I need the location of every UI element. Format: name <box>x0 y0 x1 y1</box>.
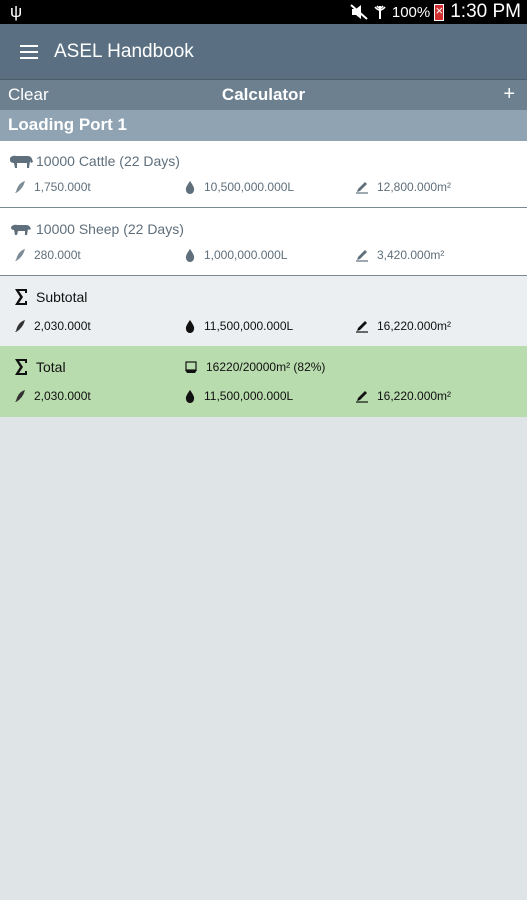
app-title: ASEL Handbook <box>54 40 194 62</box>
item-water: 10,500,000.000L <box>204 180 295 194</box>
battery-icon <box>434 3 445 21</box>
list-item[interactable]: 10000 Cattle (22 Days) 1,750.000t 10,500… <box>0 141 527 208</box>
feather-icon <box>14 248 26 262</box>
sigma-icon <box>14 288 28 306</box>
total-row: Total 16220/20000m² (82%) 2,030.000t 11,… <box>0 346 527 417</box>
list-item[interactable]: 10000 Sheep (22 Days) 280.000t 1,000,000… <box>0 208 527 276</box>
subtotal-weight: 2,030.000t <box>34 319 91 333</box>
item-weight: 280.000t <box>34 248 81 262</box>
status-bar: ψ 100% 1:30 PM <box>0 0 527 24</box>
total-area: 16,220.000m² <box>377 389 452 403</box>
item-area: 12,800.000m² <box>377 180 452 194</box>
subtotal-label: Subtotal <box>36 289 88 305</box>
item-area: 3,420.000m² <box>377 248 445 262</box>
add-button[interactable]: + <box>503 83 515 106</box>
section-header: Loading Port 1 <box>0 110 527 141</box>
item-weight: 1,750.000t <box>34 180 91 194</box>
section-title: Loading Port 1 <box>8 115 127 134</box>
calculator-bar: Clear Calculator + <box>0 79 527 110</box>
pencil-icon <box>355 319 369 333</box>
menu-icon[interactable] <box>20 44 38 59</box>
total-capacity: 16220/20000m² (82%) <box>206 360 326 374</box>
total-weight: 2,030.000t <box>34 389 91 403</box>
pencil-icon <box>355 180 369 194</box>
total-water: 11,500,000.000L <box>204 389 294 403</box>
item-water: 1,000,000.000L <box>204 248 288 262</box>
calculator-title: Calculator <box>221 85 306 104</box>
usb-icon: ψ <box>10 2 23 21</box>
feather-icon <box>14 389 26 403</box>
total-label: Total <box>36 359 66 375</box>
subtotal-water: 11,500,000.000L <box>204 319 294 333</box>
sigma-icon <box>14 358 28 376</box>
battery-percent: 100% <box>391 3 431 21</box>
water-drop-icon <box>184 248 196 262</box>
water-drop-icon <box>184 389 196 403</box>
signal-icon <box>372 4 388 20</box>
status-icons: 100% 1:30 PM <box>350 0 521 24</box>
feather-icon <box>14 180 26 194</box>
mute-icon <box>350 4 368 20</box>
ship-capacity-icon <box>184 360 198 374</box>
subtotal-row: Subtotal 2,030.000t 11,500,000.000L 16,2… <box>0 276 527 346</box>
sheep-icon <box>8 221 32 237</box>
pencil-icon <box>355 248 369 262</box>
water-drop-icon <box>184 180 196 194</box>
cattle-icon <box>8 153 34 169</box>
feather-icon <box>14 319 26 333</box>
subtotal-area: 16,220.000m² <box>377 319 452 333</box>
pencil-icon <box>355 389 369 403</box>
water-drop-icon <box>184 319 196 333</box>
app-bar: ASEL Handbook <box>0 24 527 79</box>
item-name: 10000 Cattle (22 Days) <box>36 153 180 169</box>
clock: 1:30 PM <box>450 1 521 22</box>
item-name: 10000 Sheep (22 Days) <box>36 221 184 237</box>
